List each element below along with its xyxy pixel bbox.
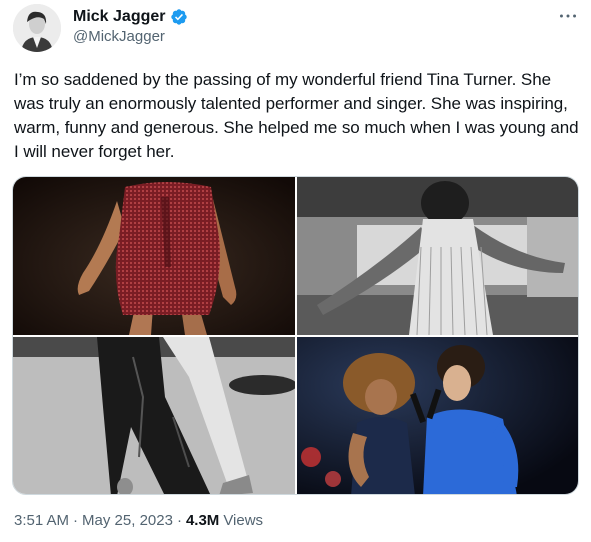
more-horizontal-icon[interactable]: [557, 6, 579, 26]
views-label: Views: [223, 512, 264, 529]
meta-separator: ·: [73, 512, 79, 529]
photo-red-sequin-dress[interactable]: [13, 177, 295, 335]
views-count[interactable]: 4.3M: [186, 512, 219, 529]
media-grid: [12, 176, 579, 495]
tweet-meta: 3:51 AM · May 25, 2023 · 4.3M Views: [14, 512, 263, 529]
tweet-time[interactable]: 3:51 AM: [14, 512, 69, 529]
photo-silver-fringe-dress[interactable]: [297, 177, 578, 335]
avatar-image: [13, 4, 61, 52]
author-handle[interactable]: @MickJagger: [73, 28, 165, 45]
tweet: Mick Jagger @MickJagger I’m so saddened …: [0, 0, 591, 542]
tweet-date[interactable]: May 25, 2023: [82, 512, 173, 529]
verified-badge-icon: [170, 8, 188, 26]
author-display-name[interactable]: Mick Jagger: [73, 8, 165, 26]
avatar[interactable]: [13, 4, 61, 52]
photo-duet-on-stage[interactable]: [297, 337, 578, 494]
meta-separator: ·: [176, 512, 182, 529]
tweet-text: I’m so saddened by the passing of my won…: [14, 70, 579, 161]
photo-leather-pants-legs[interactable]: [13, 337, 295, 494]
author-name-row: Mick Jagger: [73, 6, 188, 28]
